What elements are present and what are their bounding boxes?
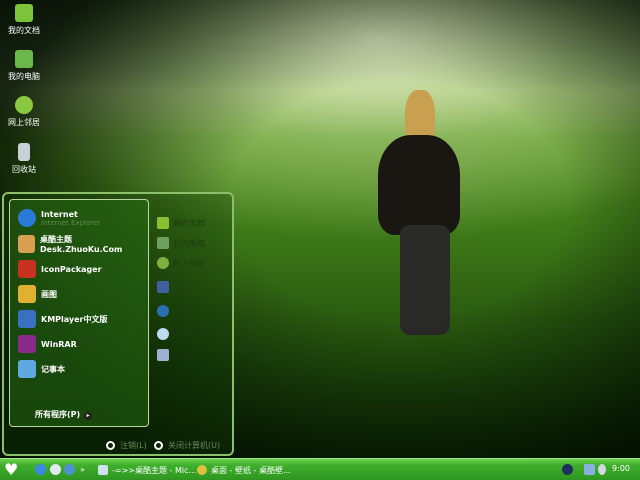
program-iconpackager[interactable]: IconPackager	[18, 259, 102, 279]
quicklaunch-more-button[interactable]: »	[80, 461, 85, 477]
globe-icon	[157, 257, 169, 269]
control-panel-icon	[157, 281, 169, 293]
place-control-panel[interactable]	[157, 280, 173, 294]
desktop: 我的文档 我的电脑 网上邻居 回收站 Internet Internet Expl…	[0, 0, 640, 458]
logoff-button[interactable]: 注销(L)	[106, 440, 147, 451]
label: 网上邻居	[173, 258, 205, 268]
desktop-icon-recycle-bin[interactable]: 回收站	[2, 143, 46, 175]
label: 关闭计算机(U)	[168, 441, 221, 450]
winrar-icon	[18, 335, 36, 353]
label: 记事本	[41, 364, 65, 374]
label: 我的电脑	[8, 72, 40, 81]
power-icon	[154, 441, 163, 450]
label: 所有程序(P)	[35, 410, 81, 419]
label: Internet	[41, 209, 78, 219]
label: 桌酷主题Desk.ZhuoKu.Com	[40, 235, 123, 254]
network-icon	[157, 305, 169, 317]
label: »	[80, 464, 85, 474]
quicklaunch-ie-icon[interactable]	[35, 464, 46, 475]
folder-icon	[157, 217, 169, 229]
network-tray-icon[interactable]	[584, 464, 595, 475]
label: IconPackager	[41, 264, 102, 274]
house-icon	[157, 237, 169, 249]
program-winrar[interactable]: WinRAR	[18, 334, 77, 354]
program-internet-explorer[interactable]: Internet Internet Explorer	[18, 208, 100, 228]
ie-icon	[18, 209, 36, 227]
place-run[interactable]	[157, 348, 173, 362]
back-arrow-icon[interactable]	[562, 464, 573, 475]
program-notepad[interactable]: 记事本	[18, 359, 65, 379]
label: KMPlayer中文版	[41, 314, 108, 324]
clock[interactable]: 9:00	[612, 464, 630, 473]
recycle-bin-icon	[18, 143, 30, 161]
programs-pane: Internet Internet Explorer 桌酷主题Desk.ZhuoK…	[9, 199, 149, 427]
start-menu: Internet Internet Explorer 桌酷主题Desk.ZhuoK…	[2, 192, 234, 456]
folder-icon	[15, 4, 33, 22]
quicklaunch-media-icon[interactable]	[64, 464, 75, 475]
chrome-icon	[197, 465, 207, 475]
label: 桌面 - 壁纸 - 桌酷壁...	[211, 465, 291, 475]
label: 我的文档	[8, 26, 40, 35]
quicklaunch-browser-icon[interactable]	[50, 464, 61, 475]
search-icon	[157, 328, 169, 340]
label: 回收站	[12, 165, 36, 174]
place-my-computer[interactable]: 我的电脑	[157, 236, 205, 250]
all-programs-button[interactable]: 所有程序(P) ▸	[35, 409, 93, 420]
start-button[interactable]: ♥	[4, 461, 24, 479]
notepad-icon	[18, 360, 36, 378]
label: 搜索(S)	[173, 329, 201, 339]
place-my-documents[interactable]: 我的文档	[157, 216, 205, 230]
house-icon	[15, 50, 33, 68]
heart-icon: ♥	[4, 460, 19, 479]
label: 我的电脑	[173, 238, 205, 248]
program-paint[interactable]: 画图	[18, 284, 57, 304]
iconpackager-icon	[18, 260, 36, 278]
label: WinRAR	[41, 339, 77, 349]
run-icon	[157, 349, 169, 361]
taskbar: ♥ » -=>>桌酷主题 - Mic... 桌面 - 壁纸 - 桌酷壁... 9…	[0, 458, 640, 480]
label: 网上邻居	[8, 118, 40, 127]
taskbar-button-zhuoku-doc[interactable]: -=>>桌酷主题 - Mic...	[98, 462, 196, 478]
zhuoku-icon	[18, 235, 35, 253]
label: 注销(L)	[120, 441, 147, 450]
shutdown-button[interactable]: 关闭计算机(U)	[154, 440, 220, 451]
kmplayer-icon	[18, 310, 36, 328]
program-zhuoku[interactable]: 桌酷主题Desk.ZhuoKu.Com	[18, 234, 148, 254]
label: -=>>桌酷主题 - Mic...	[112, 465, 197, 475]
place-search[interactable]: 搜索(S)	[157, 327, 200, 341]
label: 画图	[41, 289, 57, 299]
program-kmplayer[interactable]: KMPlayer中文版	[18, 309, 108, 329]
logoff-icon	[106, 441, 115, 450]
paint-icon	[18, 285, 36, 303]
desktop-icon-my-documents[interactable]: 我的文档	[2, 4, 46, 36]
document-icon	[98, 465, 108, 475]
arrow-right-icon: ▸	[84, 412, 93, 420]
label: 我的文档	[173, 218, 205, 228]
desktop-icon-my-computer[interactable]: 我的电脑	[2, 50, 46, 82]
place-network[interactable]: 网上邻居	[157, 256, 205, 270]
volume-icon[interactable]	[598, 464, 606, 475]
globe-icon	[15, 96, 33, 114]
taskbar-button-wallpaper[interactable]: 桌面 - 壁纸 - 桌酷壁...	[197, 462, 291, 478]
place-connect[interactable]	[157, 304, 173, 318]
sublabel: Internet Explorer	[41, 218, 101, 227]
desktop-icon-network[interactable]: 网上邻居	[2, 96, 46, 128]
